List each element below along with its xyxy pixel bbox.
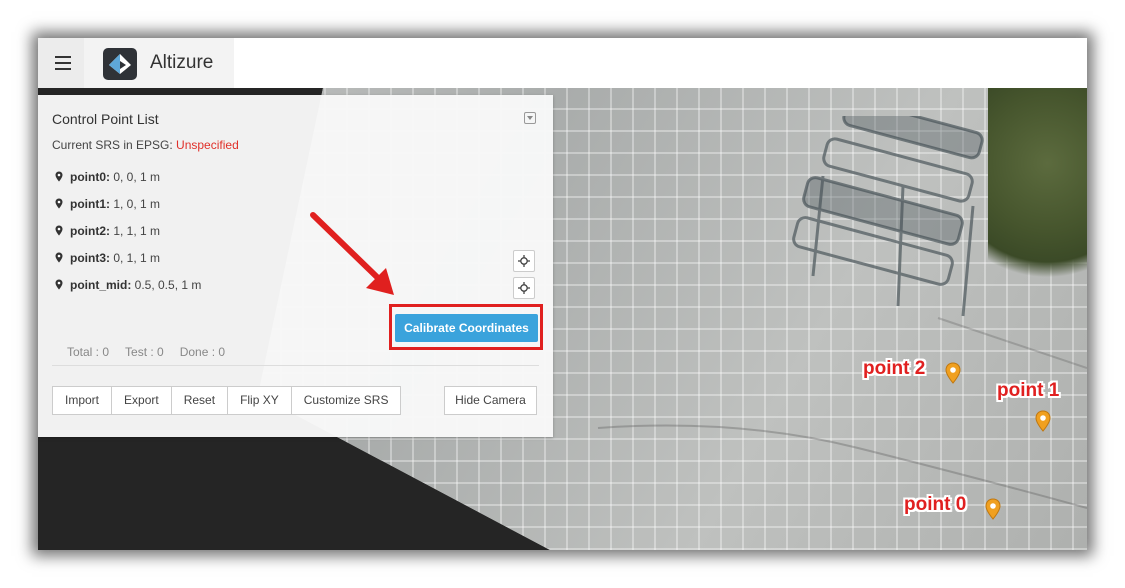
point-name: point3: [70,251,110,265]
app-window: Altizure point 2 point 1 point 0 Control… [38,38,1087,550]
customize-srs-button[interactable]: Customize SRS [290,386,402,415]
stat-done: Done : 0 [179,345,226,359]
location-pin-icon [55,225,63,236]
stat-total: Total : 0 [67,345,110,359]
control-point-item[interactable]: point0: 0, 0, 1 m [54,170,160,190]
location-pin-icon [55,279,63,290]
point2-map-marker-icon[interactable] [945,362,961,384]
export-button[interactable]: Export [111,386,172,415]
reset-button[interactable]: Reset [170,386,229,415]
srs-value: Unspecified [176,138,239,152]
brand-name: Altizure [150,52,214,73]
point0-map-marker-icon[interactable] [985,498,1001,520]
calibrate-coordinates-button[interactable]: Calibrate Coordinates [395,314,538,342]
point-name: point2: [70,224,110,238]
crosshair-icon [518,282,530,294]
flip-xy-button[interactable]: Flip XY [227,386,292,415]
location-pin-icon [55,198,63,209]
crosshair-icon [518,255,530,267]
locate-point3-button[interactable] [513,250,535,272]
collapse-icon[interactable] [524,112,536,124]
hide-camera-button[interactable]: Hide Camera [444,386,537,415]
control-point-item[interactable]: point2: 1, 1, 1 m [54,224,160,244]
point1-map-label: point 1 [997,380,1060,401]
panel-title: Control Point List [52,111,159,127]
point2-map-label: point 2 [863,358,926,379]
srs-line: Current SRS in EPSG: Unspecified [52,138,239,152]
point-value: 0, 1, 1 m [110,251,161,265]
control-point-panel: Control Point List Current SRS in EPSG: … [38,95,553,437]
point-value: 0.5, 0.5, 1 m [131,278,202,292]
stat-test: Test : 0 [125,345,164,359]
point-value: 1, 0, 1 m [110,197,161,211]
import-button[interactable]: Import [52,386,113,415]
location-pin-icon [55,171,63,182]
top-bar: Altizure [38,38,1087,88]
control-point-item[interactable]: point3: 0, 1, 1 m [54,251,160,271]
point-name: point1: [70,197,110,211]
point-name: point_mid: [70,278,132,292]
stats: Total : 0 Test : 0 Done : 0 [67,345,241,359]
location-pin-icon [55,252,63,263]
divider [52,365,539,366]
locate-point-mid-button[interactable] [513,277,535,299]
altizure-logo-icon [103,48,137,80]
point1-map-marker-icon[interactable] [1035,410,1051,432]
point-value: 1, 1, 1 m [110,224,161,238]
control-point-item[interactable]: point_mid: 0.5, 0.5, 1 m [54,278,201,298]
annotation-arrow-icon [310,212,394,295]
srs-label: Current SRS in EPSG: [52,138,177,152]
point0-map-label: point 0 [904,494,967,515]
brand[interactable]: Altizure [84,38,234,88]
point-name: point0: [70,170,110,184]
point-value: 0, 0, 1 m [110,170,161,184]
control-point-item[interactable]: point1: 1, 0, 1 m [54,197,160,217]
action-button-group: Import Export Reset Flip XY Customize SR… [52,386,402,415]
hamburger-menu-icon[interactable] [38,38,84,88]
